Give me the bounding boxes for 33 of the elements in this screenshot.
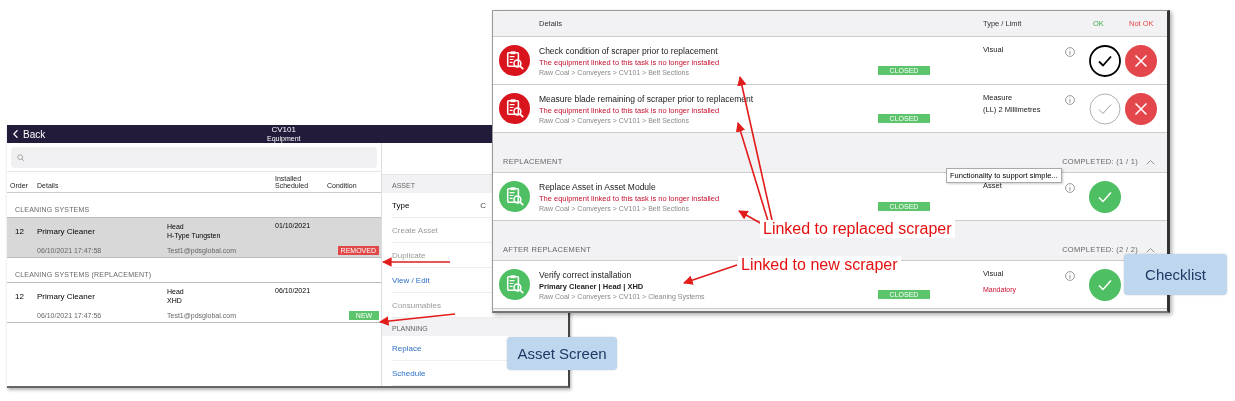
field-value: C bbox=[480, 200, 486, 210]
menu-item[interactable]: Schedule bbox=[392, 368, 426, 378]
field-label: Type bbox=[392, 200, 410, 210]
arrow bbox=[683, 264, 738, 285]
annotation-label: Linked to new scraper bbox=[738, 256, 901, 274]
task-title: Verify correct installation bbox=[539, 269, 632, 280]
info-icon[interactable] bbox=[1065, 183, 1075, 193]
back-button[interactable]: Back bbox=[7, 128, 52, 140]
collapse-icon[interactable] bbox=[1146, 246, 1155, 253]
asset-name: Primary Cleaner bbox=[37, 291, 96, 301]
collapse-icon[interactable] bbox=[1146, 158, 1155, 165]
callout-label: Checklist bbox=[1124, 254, 1227, 295]
menu-item[interactable]: Replace bbox=[392, 343, 422, 353]
ok-check-button[interactable] bbox=[1089, 44, 1121, 77]
ok-check-button[interactable] bbox=[1089, 92, 1121, 125]
info-icon[interactable] bbox=[1065, 95, 1075, 105]
annotation-label: Linked to replaced scraper bbox=[760, 220, 955, 238]
menu-item[interactable]: View / Edit bbox=[392, 275, 430, 285]
info-icon[interactable] bbox=[1065, 271, 1075, 281]
order-number: 12 bbox=[14, 226, 25, 236]
screen-title: CV101 bbox=[271, 126, 296, 134]
ok-check-button[interactable] bbox=[1089, 268, 1121, 301]
not-ok-cross-button[interactable] bbox=[1125, 92, 1157, 125]
ok-check-button[interactable] bbox=[1089, 180, 1121, 213]
search-icon bbox=[17, 153, 25, 162]
task-title: Check condition of scraper prior to replacement bbox=[539, 45, 718, 56]
order-number: 12 bbox=[14, 291, 25, 301]
not-ok-cross-button[interactable] bbox=[1125, 44, 1157, 77]
asset-name: Primary Cleaner bbox=[37, 226, 96, 236]
callout-label: Asset Screen bbox=[507, 337, 617, 370]
search-field[interactable] bbox=[11, 147, 377, 168]
back-icon bbox=[13, 129, 19, 139]
info-icon[interactable] bbox=[1065, 47, 1075, 57]
